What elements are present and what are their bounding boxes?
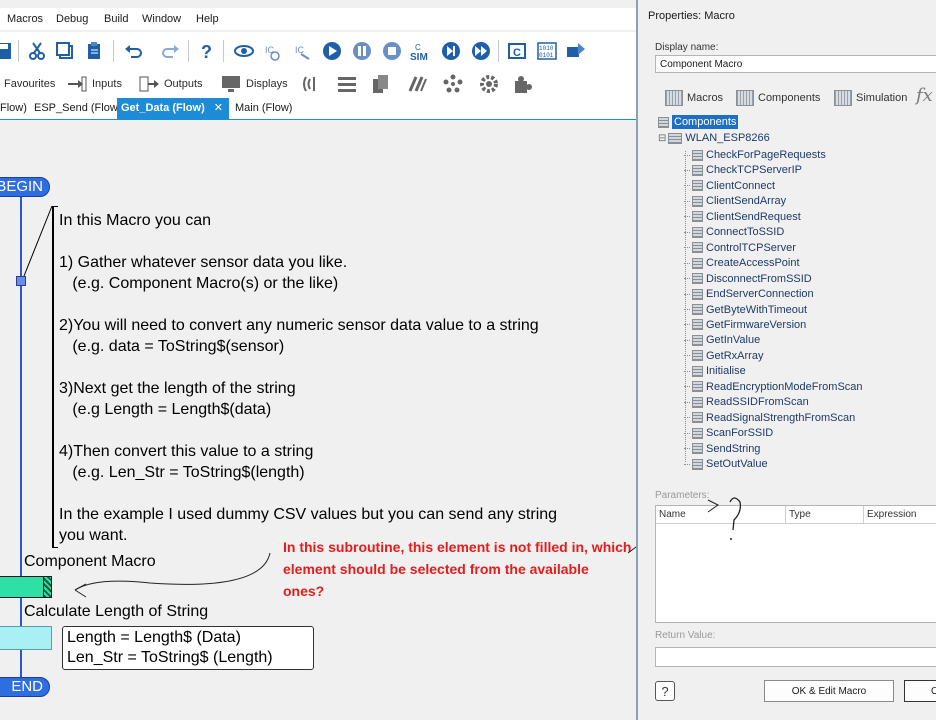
outputs-label: Outputs	[164, 78, 203, 90]
storage-icon[interactable]	[336, 73, 358, 95]
tab-label: Get_Data (Flow)	[121, 102, 205, 114]
gear-icon[interactable]	[478, 73, 500, 95]
step-into-icon[interactable]	[440, 40, 462, 62]
program-chip-icon[interactable]	[564, 40, 586, 62]
pause-icon[interactable]	[351, 40, 373, 62]
tab-get-data[interactable]: Get_Data (Flow) ✕	[117, 98, 229, 119]
tab-label: Main (Flow)	[235, 102, 293, 114]
svg-text:SIM: SIM	[410, 52, 428, 61]
simulation-icon[interactable]	[442, 73, 464, 95]
menu-debug[interactable]: Debug	[56, 13, 88, 25]
save-icon[interactable]	[0, 40, 14, 62]
stop-icon[interactable]	[381, 40, 403, 62]
svg-text:0101: 0101	[539, 52, 554, 59]
menu-bar: Macros Debug Build Window Help	[0, 8, 636, 30]
svg-text:1010: 1010	[539, 45, 554, 52]
svg-text:C: C	[415, 43, 421, 52]
tab-esp-send[interactable]: ESP_Send (Flow)	[30, 98, 125, 119]
tab-label: Flow)	[0, 102, 27, 114]
compile-hex-icon[interactable]: 1010 0101	[536, 40, 558, 62]
help-button[interactable]: ?	[655, 681, 675, 701]
inputs-label: Inputs	[92, 78, 122, 90]
flow-tabs: Flow) ESP_Send (Flow) Get_Data (Flow) ✕ …	[0, 98, 636, 120]
menu-help[interactable]: Help	[196, 13, 219, 25]
puzzle-icon[interactable]	[512, 73, 534, 95]
tab-flow-partial[interactable]: Flow)	[0, 98, 31, 119]
hand-drawn-question-mark	[707, 497, 742, 540]
flowcode-ide: Macros Debug Build Window Help ? IC IC C…	[0, 0, 636, 720]
help-icon[interactable]: ?	[196, 40, 218, 62]
svg-text:C: C	[513, 47, 521, 59]
outputs-button[interactable]: Outputs	[164, 75, 203, 93]
menu-macros[interactable]: Macros	[7, 13, 43, 25]
component-toolbar: Favourites Inputs Outputs Displays	[0, 70, 636, 98]
inputs-button[interactable]: Inputs	[92, 75, 122, 93]
cut-icon[interactable]	[26, 40, 48, 62]
inputs-icon	[66, 73, 88, 95]
macro-properties-dialog: Properties: Macro Display name: Macros C…	[636, 0, 936, 720]
sim-icon[interactable]: C SIM	[410, 40, 432, 62]
play-icon[interactable]	[321, 40, 343, 62]
ok-edit-macro-button[interactable]: OK & Edit Macro	[764, 680, 894, 702]
displays-button[interactable]: Displays	[246, 75, 288, 93]
ic-a-icon[interactable]: IC	[262, 40, 284, 62]
view-icon[interactable]	[233, 40, 255, 62]
return-value-label: Return Value:	[655, 630, 716, 641]
flowchart-canvas[interactable]: BEGIN In this Macro you can 1) Gather wh…	[0, 121, 636, 720]
favourites-label: Favourites	[4, 78, 56, 90]
compile-c-icon[interactable]: C	[506, 40, 528, 62]
favourites-button[interactable]: Favourites	[4, 75, 55, 93]
displays-icon	[220, 73, 242, 95]
ic-b-icon[interactable]: IC	[292, 40, 314, 62]
svg-text:IC: IC	[265, 45, 275, 55]
ok-button[interactable]: O	[904, 680, 936, 702]
svg-text:IC: IC	[295, 45, 305, 55]
svg-text:?: ?	[201, 42, 212, 61]
paste-icon[interactable]	[84, 40, 106, 62]
tab-main[interactable]: Main (Flow)	[231, 98, 296, 119]
annotation-arrow	[74, 546, 636, 598]
tab-close-icon[interactable]: ✕	[214, 102, 223, 114]
main-toolbar: ? IC IC C SIM C 1010 0101	[0, 32, 636, 70]
copy-icon[interactable]	[54, 40, 76, 62]
comms-icon[interactable]	[300, 73, 322, 95]
return-value-input[interactable]	[655, 647, 936, 667]
menu-build[interactable]: Build	[104, 13, 128, 25]
tools-icon[interactable]	[406, 73, 428, 95]
menu-window[interactable]: Window	[142, 13, 181, 25]
displays-label: Displays	[246, 78, 288, 90]
undo-icon[interactable]	[122, 40, 144, 62]
help-icon: ?	[661, 683, 669, 699]
outputs-icon	[138, 73, 160, 95]
tab-label: ESP_Send (Flow)	[34, 102, 122, 114]
step-over-icon[interactable]	[470, 40, 492, 62]
redo-icon[interactable]	[160, 40, 182, 62]
mechatronics-icon[interactable]	[370, 73, 392, 95]
